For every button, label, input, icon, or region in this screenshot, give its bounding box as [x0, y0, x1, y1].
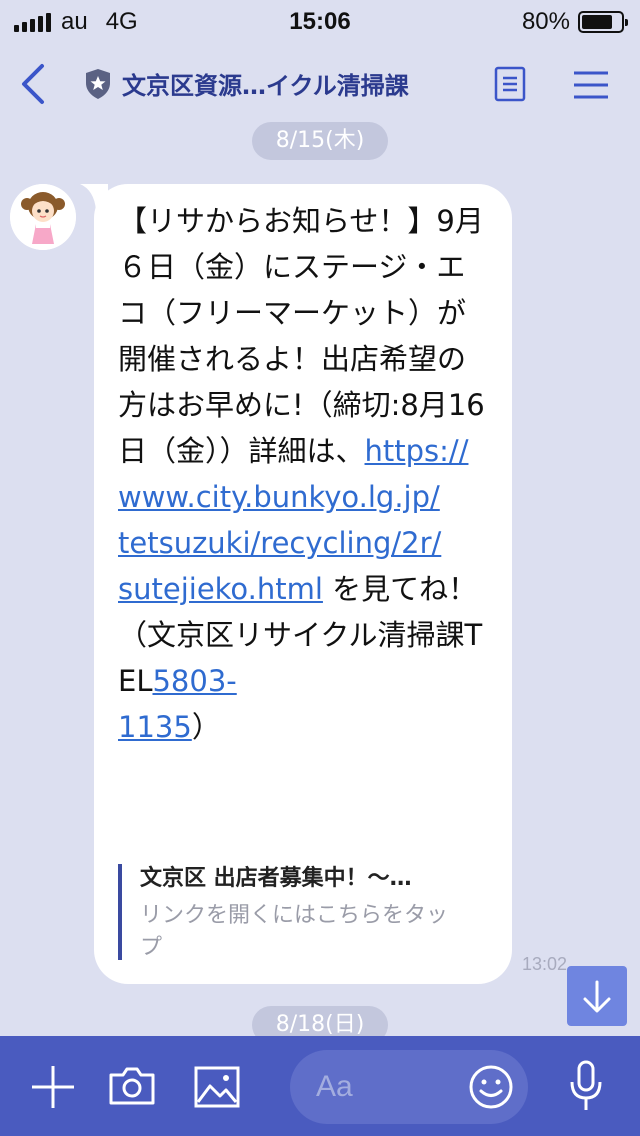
- battery-percent: 80%: [521, 8, 570, 35]
- link-preview-title: 文京区 出店者募集中！〜…: [140, 866, 412, 891]
- url-part: tetsuzuki/recycling/2r/: [118, 526, 442, 560]
- message-body-end: ）: [191, 710, 221, 744]
- scroll-to-bottom-button[interactable]: [567, 966, 627, 1026]
- sender-avatar[interactable]: [10, 184, 76, 250]
- status-bar: au 4G 15:06 80%: [0, 0, 640, 40]
- camera-icon[interactable]: [108, 1066, 156, 1106]
- image-icon[interactable]: [194, 1066, 240, 1108]
- battery-icon: [578, 11, 628, 33]
- message-timestamp: 13:02: [522, 954, 568, 974]
- message-input-placeholder: Aa: [316, 1070, 353, 1103]
- url-part: www.city.bunkyo.lg.jp/: [118, 480, 440, 514]
- input-toolbar: Aa: [0, 1036, 640, 1136]
- chat-title-group[interactable]: 文京区資源…イクル清掃課: [84, 66, 409, 101]
- notes-icon[interactable]: [494, 66, 526, 102]
- url-part: sutejieko.html: [118, 572, 323, 606]
- phone-part: 5803-: [152, 664, 237, 698]
- link-preview-card[interactable]: 文京区 出店者募集中！〜… リンクを開くにはこちらをタップ: [118, 864, 468, 960]
- arrow-down-icon: [583, 980, 611, 1013]
- battery-fill: [582, 15, 613, 29]
- message-body: 【リサからお知らせ！】9月６日（金）にステージ・エコ（フリーマーケット）が開催さ…: [118, 204, 485, 468]
- menu-icon[interactable]: [572, 70, 610, 100]
- status-right: 80%: [521, 8, 628, 36]
- girl-character-icon: [10, 184, 76, 250]
- link-preview-subtitle: リンクを開くにはこちらをタップ: [140, 903, 449, 960]
- back-button[interactable]: [18, 62, 48, 106]
- plus-icon[interactable]: [30, 1064, 76, 1110]
- message-text: 【リサからお知らせ！】9月６日（金）にステージ・エコ（フリーマーケット）が開催さ…: [118, 198, 488, 750]
- chat-header: 文京区資源…イクル清掃課: [0, 40, 640, 128]
- url-part: https://: [364, 434, 469, 468]
- emoji-icon[interactable]: [468, 1064, 514, 1110]
- chat-title: 文京区資源…イクル清掃課: [122, 72, 409, 100]
- message-input[interactable]: Aa: [290, 1050, 528, 1124]
- verified-shield-icon: [86, 68, 110, 99]
- phone-part: 1135: [118, 710, 192, 744]
- microphone-icon[interactable]: [568, 1060, 604, 1112]
- date-separator: 8/15(木): [252, 122, 388, 160]
